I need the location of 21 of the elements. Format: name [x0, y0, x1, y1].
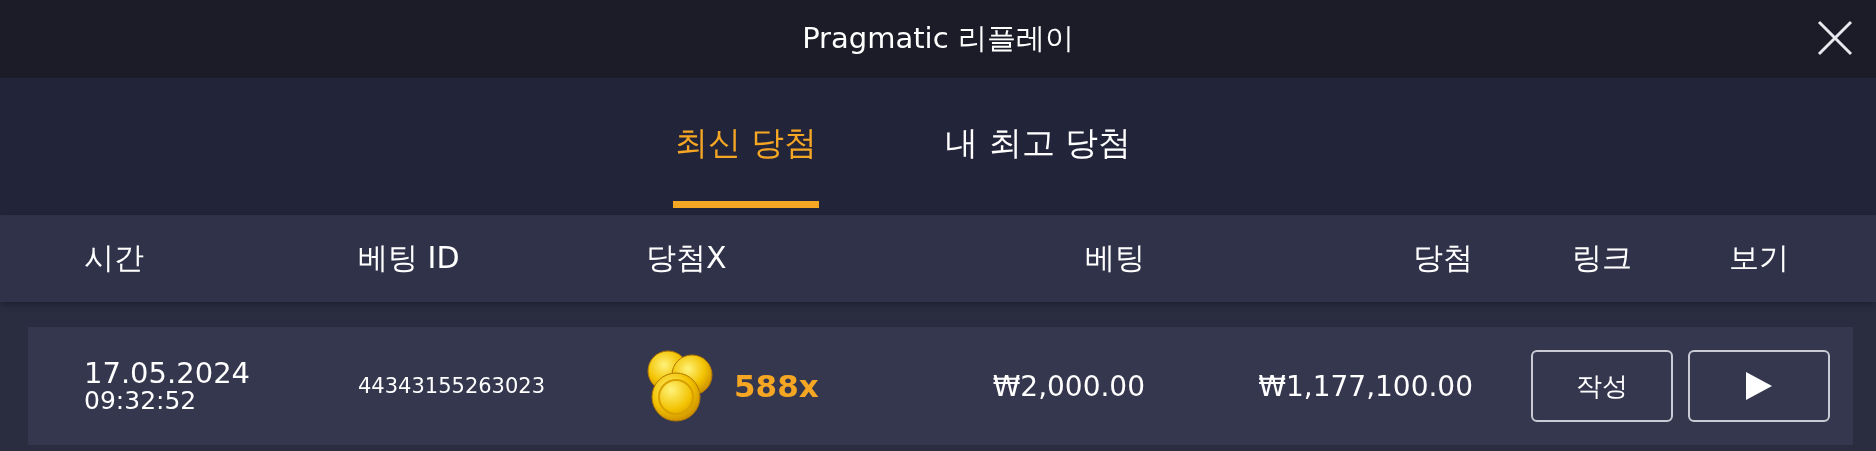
win-amount-cell-text: ₩1,177,100.00 — [1257, 369, 1474, 403]
bet-id-cell-text: 44343155263023 — [358, 374, 547, 398]
column-header: 당첨 — [1412, 239, 1474, 277]
multiplier-text: 588x — [734, 368, 819, 404]
column-header: 보기 — [1729, 239, 1789, 277]
column-header: 시간 — [84, 239, 145, 277]
close-icon — [1816, 19, 1854, 57]
window-title: Pragmatic 리플레이 — [802, 20, 1074, 57]
column-header: 베팅 ID — [358, 239, 461, 277]
bet-amount-cell-text: ₩2,000.00 — [991, 369, 1145, 403]
column-header: 베팅 — [1084, 239, 1145, 277]
column-header: 링크 — [1571, 239, 1632, 277]
time-text: 09:32:52 — [84, 388, 198, 413]
play-icon — [1746, 372, 1772, 400]
column-header: 당첨X — [646, 239, 728, 277]
play-button[interactable] — [1688, 350, 1830, 422]
tab[interactable]: 최신 당첨 — [672, 78, 820, 208]
date-text: 17.05.2024 — [84, 359, 252, 388]
create-link-button[interactable]: 작성 — [1530, 350, 1673, 422]
close-button[interactable] — [1816, 19, 1854, 57]
tab[interactable]: 내 최고 당첨 — [943, 78, 1134, 208]
